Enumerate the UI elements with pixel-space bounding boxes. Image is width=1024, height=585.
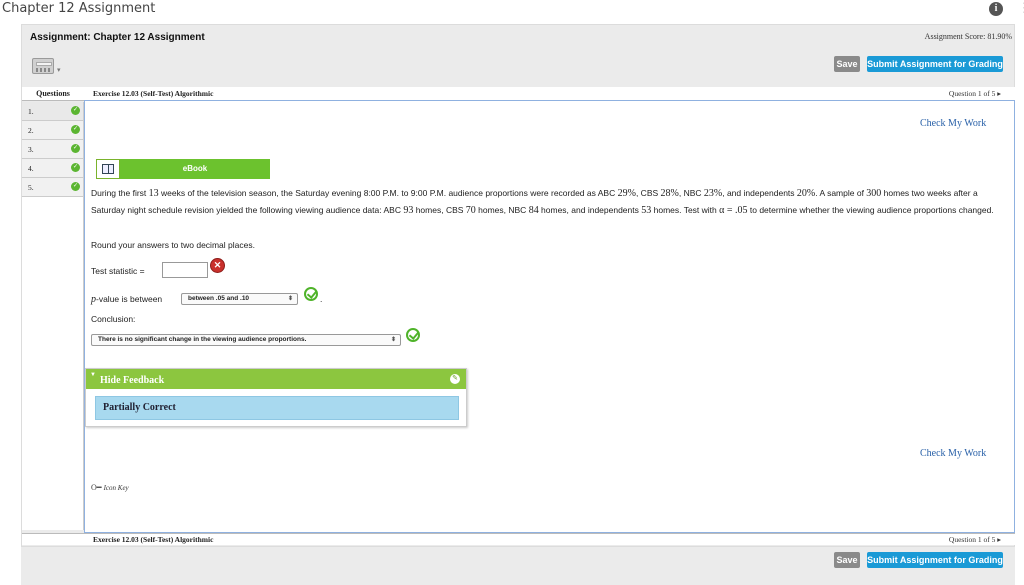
select-arrows-icon: ⬍ [390, 337, 396, 343]
pvalue-period: . [320, 294, 323, 304]
hide-feedback-label: Hide Feedback [100, 375, 165, 386]
question-item-1[interactable]: 1. ✓ [22, 102, 83, 121]
question-number: 2. [28, 126, 34, 135]
question-position-footer[interactable]: Question 1 of 5 ▸ [949, 535, 1001, 544]
conclusion-select[interactable]: There is no significant change in the vi… [91, 334, 401, 346]
ebook-label: eBook [120, 159, 270, 179]
feedback-panel: ▼ Hide Feedback ✎ Partially Correct [85, 368, 467, 427]
window-title: Chapter 12 Assignment [2, 1, 156, 16]
questions-footer [22, 533, 84, 545]
rounding-instruction: Round your answers to two decimal places… [91, 240, 255, 250]
question-item-2[interactable]: 2. ✓ [22, 121, 83, 140]
assignment-score: Assignment Score: 81.90% [924, 32, 1012, 41]
check-icon: ✓ [71, 182, 80, 191]
question-list: 1. ✓ 2. ✓ 3. ✓ 4. ✓ 5. ✓ [22, 102, 84, 530]
more-options-icon[interactable]: ⋮ [1018, 0, 1024, 16]
info-icon[interactable]: i [989, 2, 1003, 16]
assignment-footer-bar [21, 547, 1015, 585]
pvalue-selected-value: between .05 and .10 [188, 295, 250, 302]
feedback-result: Partially Correct [95, 396, 459, 420]
question-number: 4. [28, 164, 34, 173]
select-arrows-icon: ⬍ [287, 296, 293, 302]
ebook-button[interactable]: eBook [96, 159, 270, 179]
exercise-header: Exercise 12.03 (Self-Test) Algorithmic Q… [84, 87, 1015, 101]
conclusion-selected-value: There is no significant change in the vi… [98, 336, 307, 343]
book-icon [96, 159, 120, 179]
check-my-work-link-top[interactable]: Check My Work [920, 118, 986, 129]
save-button-bottom[interactable]: Save [834, 552, 860, 568]
correct-icon [406, 328, 420, 342]
exercise-footer: Exercise 12.03 (Self-Test) Algorithmic Q… [84, 533, 1015, 545]
key-icon: O━ [91, 483, 104, 492]
pvalue-label: p-value is between [91, 294, 163, 305]
check-icon: ✓ [71, 106, 80, 115]
question-number: 1. [28, 107, 34, 116]
question-position[interactable]: Question 1 of 5 ▸ [949, 89, 1001, 98]
incorrect-icon: ✕ [210, 258, 225, 273]
icon-key[interactable]: O━ Icon Key [91, 483, 129, 492]
assignment-heading: Assignment: Chapter 12 Assignment [30, 32, 205, 43]
question-item-3[interactable]: 3. ✓ [22, 140, 83, 159]
problem-statement: During the first 13 weeks of the televis… [91, 188, 994, 216]
check-icon: ✓ [71, 144, 80, 153]
conclusion-label: Conclusion: [91, 314, 136, 324]
check-icon: ✓ [71, 163, 80, 172]
check-icon: ✓ [71, 125, 80, 134]
exercise-title-footer: Exercise 12.03 (Self-Test) Algorithmic [93, 535, 214, 544]
question-item-5[interactable]: 5. ✓ [22, 178, 83, 197]
exercise-title: Exercise 12.03 (Self-Test) Algorithmic [93, 89, 214, 98]
calculator-dropdown-icon[interactable]: ▾ [57, 66, 81, 84]
calculator-icon[interactable] [32, 58, 56, 76]
save-button[interactable]: Save [834, 56, 860, 72]
pencil-icon[interactable]: ✎ [450, 374, 460, 384]
pvalue-select[interactable]: between .05 and .10 ⬍ [181, 293, 298, 305]
question-number: 5. [28, 183, 34, 192]
check-my-work-link-bottom[interactable]: Check My Work [920, 448, 986, 459]
test-statistic-label: Test statistic = [91, 266, 145, 276]
correct-icon [304, 287, 318, 301]
question-number: 3. [28, 145, 34, 154]
submit-assignment-button[interactable]: Submit Assignment for Grading [867, 56, 1003, 72]
questions-header: Questions [22, 87, 84, 101]
submit-assignment-button-bottom[interactable]: Submit Assignment for Grading [867, 552, 1003, 568]
question-item-4[interactable]: 4. ✓ [22, 159, 83, 178]
test-statistic-input[interactable] [162, 262, 208, 278]
feedback-toggle-bar[interactable]: ▼ Hide Feedback ✎ [86, 369, 466, 389]
collapse-triangle-icon: ▼ [90, 372, 96, 378]
window-titlebar: Chapter 12 Assignment i ⋮ [0, 0, 1024, 20]
